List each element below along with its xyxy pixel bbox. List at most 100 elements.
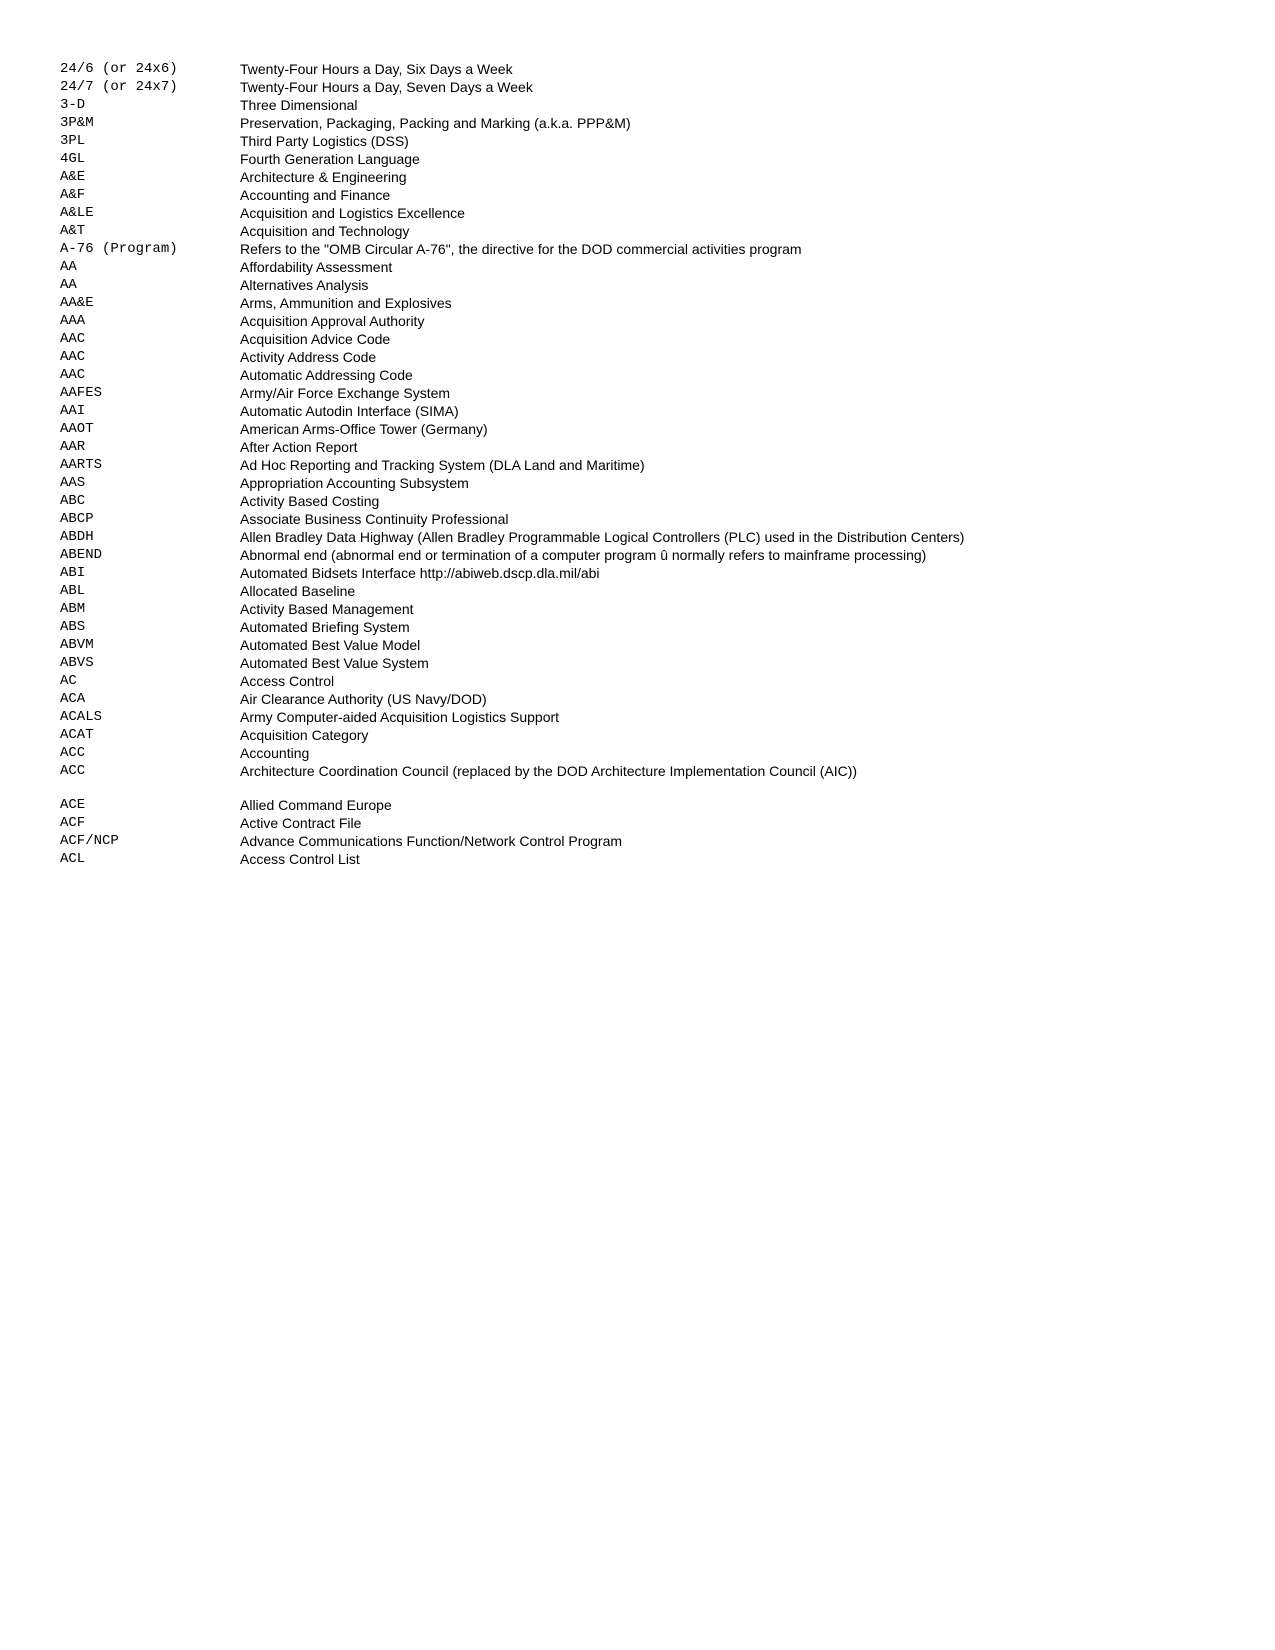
definition: Automated Best Value System	[240, 654, 1215, 672]
abbreviation: 24/7 (or 24x7)	[60, 78, 240, 96]
definition: Acquisition Approval Authority	[240, 312, 1215, 330]
definition: Acquisition Category	[240, 726, 1215, 744]
glossary-row: A&LEAcquisition and Logistics Excellence	[60, 204, 1215, 222]
glossary-row: ACLAccess Control List	[60, 850, 1215, 868]
abbreviation: ABC	[60, 492, 240, 510]
glossary-row: 4GLFourth Generation Language	[60, 150, 1215, 168]
abbreviation: A&E	[60, 168, 240, 186]
abbreviation: ACL	[60, 850, 240, 868]
definition: Automatic Addressing Code	[240, 366, 1215, 384]
glossary-row: ABLAllocated Baseline	[60, 582, 1215, 600]
glossary-row: AAAffordability Assessment	[60, 258, 1215, 276]
glossary-row: ABSAutomated Briefing System	[60, 618, 1215, 636]
abbreviation: AC	[60, 672, 240, 690]
abbreviation: A&T	[60, 222, 240, 240]
definition: Automated Briefing System	[240, 618, 1215, 636]
definition: Twenty-Four Hours a Day, Seven Days a We…	[240, 78, 1215, 96]
abbreviation: 24/6 (or 24x6)	[60, 60, 240, 78]
glossary-row: ABVMAutomated Best Value Model	[60, 636, 1215, 654]
definition: Acquisition Advice Code	[240, 330, 1215, 348]
abbreviation: ABCP	[60, 510, 240, 528]
glossary-row: 24/7 (or 24x7)Twenty-Four Hours a Day, S…	[60, 78, 1215, 96]
abbreviation: AAOT	[60, 420, 240, 438]
glossary-row: ABENDAbnormal end (abnormal end or termi…	[60, 546, 1215, 564]
glossary-row: 3PLThird Party Logistics (DSS)	[60, 132, 1215, 150]
abbreviation: A&F	[60, 186, 240, 204]
glossary-row: ABCActivity Based Costing	[60, 492, 1215, 510]
abbreviation: ABVS	[60, 654, 240, 672]
definition: Appropriation Accounting Subsystem	[240, 474, 1215, 492]
abbreviation: AARTS	[60, 456, 240, 474]
abbreviation: ABI	[60, 564, 240, 582]
definition: Accounting	[240, 744, 1215, 762]
definition: American Arms-Office Tower (Germany)	[240, 420, 1215, 438]
abbreviation: ACALS	[60, 708, 240, 726]
abbreviation: ACF/NCP	[60, 832, 240, 850]
definition: Activity Address Code	[240, 348, 1215, 366]
glossary-row: ACAAir Clearance Authority (US Navy/DOD)	[60, 690, 1215, 708]
glossary-table: 24/6 (or 24x6)Twenty-Four Hours a Day, S…	[60, 60, 1215, 868]
definition: Allocated Baseline	[240, 582, 1215, 600]
glossary-row	[60, 780, 1215, 796]
abbreviation: ABVM	[60, 636, 240, 654]
definition: Automated Bidsets Interface http://abiwe…	[240, 564, 1215, 582]
glossary-row: AARAfter Action Report	[60, 438, 1215, 456]
glossary-row: ABMActivity Based Management	[60, 600, 1215, 618]
definition: Acquisition and Logistics Excellence	[240, 204, 1215, 222]
glossary-row: AAFESArmy/Air Force Exchange System	[60, 384, 1215, 402]
abbreviation: AA	[60, 276, 240, 294]
definition: Automatic Autodin Interface (SIMA)	[240, 402, 1215, 420]
glossary-row: ACALSArmy Computer-aided Acquisition Log…	[60, 708, 1215, 726]
abbreviation: 3PL	[60, 132, 240, 150]
definition: Refers to the "OMB Circular A-76", the d…	[240, 240, 1215, 258]
abbreviation: AAC	[60, 330, 240, 348]
abbreviation: 4GL	[60, 150, 240, 168]
glossary-row: ACEAllied Command Europe	[60, 796, 1215, 814]
glossary-row: A-76 (Program)Refers to the "OMB Circula…	[60, 240, 1215, 258]
glossary-row: A&TAcquisition and Technology	[60, 222, 1215, 240]
glossary-row: ACCAccounting	[60, 744, 1215, 762]
abbreviation: AAS	[60, 474, 240, 492]
abbreviation: AAR	[60, 438, 240, 456]
definition: Accounting and Finance	[240, 186, 1215, 204]
definition: Ad Hoc Reporting and Tracking System (DL…	[240, 456, 1215, 474]
definition: Activity Based Management	[240, 600, 1215, 618]
glossary-row: 3-DThree Dimensional	[60, 96, 1215, 114]
glossary-row: AARTSAd Hoc Reporting and Tracking Syste…	[60, 456, 1215, 474]
abbreviation: ABS	[60, 618, 240, 636]
glossary-row: AACAcquisition Advice Code	[60, 330, 1215, 348]
glossary-row: ABCPAssociate Business Continuity Profes…	[60, 510, 1215, 528]
glossary-row: ABVSAutomated Best Value System	[60, 654, 1215, 672]
glossary-row: AA&EArms, Ammunition and Explosives	[60, 294, 1215, 312]
abbreviation: 3P&M	[60, 114, 240, 132]
glossary-row: AASAppropriation Accounting Subsystem	[60, 474, 1215, 492]
definition: Access Control List	[240, 850, 1215, 868]
abbreviation: ACC	[60, 762, 240, 780]
abbreviation: AAA	[60, 312, 240, 330]
glossary-row: ACFActive Contract File	[60, 814, 1215, 832]
abbreviation: ACE	[60, 796, 240, 814]
abbreviation: A&LE	[60, 204, 240, 222]
abbreviation: ACF	[60, 814, 240, 832]
abbreviation: ABEND	[60, 546, 240, 564]
glossary-row: ACF/NCPAdvance Communications Function/N…	[60, 832, 1215, 850]
abbreviation: AAFES	[60, 384, 240, 402]
glossary-row: ABDHAllen Bradley Data Highway (Allen Br…	[60, 528, 1215, 546]
definition: Army/Air Force Exchange System	[240, 384, 1215, 402]
definition: Arms, Ammunition and Explosives	[240, 294, 1215, 312]
definition: Allied Command Europe	[240, 796, 1215, 814]
abbreviation: AAC	[60, 366, 240, 384]
glossary-row: AACActivity Address Code	[60, 348, 1215, 366]
definition: Twenty-Four Hours a Day, Six Days a Week	[240, 60, 1215, 78]
glossary-row: AAOTAmerican Arms-Office Tower (Germany)	[60, 420, 1215, 438]
abbreviation: ABM	[60, 600, 240, 618]
definition: Architecture Coordination Council (repla…	[240, 762, 1215, 780]
glossary-row: ABIAutomated Bidsets Interface http://ab…	[60, 564, 1215, 582]
glossary-row: ACATAcquisition Category	[60, 726, 1215, 744]
abbreviation: AA	[60, 258, 240, 276]
glossary-row: AAIAutomatic Autodin Interface (SIMA)	[60, 402, 1215, 420]
abbreviation: AAC	[60, 348, 240, 366]
definition: Automated Best Value Model	[240, 636, 1215, 654]
definition: Architecture & Engineering	[240, 168, 1215, 186]
definition: After Action Report	[240, 438, 1215, 456]
